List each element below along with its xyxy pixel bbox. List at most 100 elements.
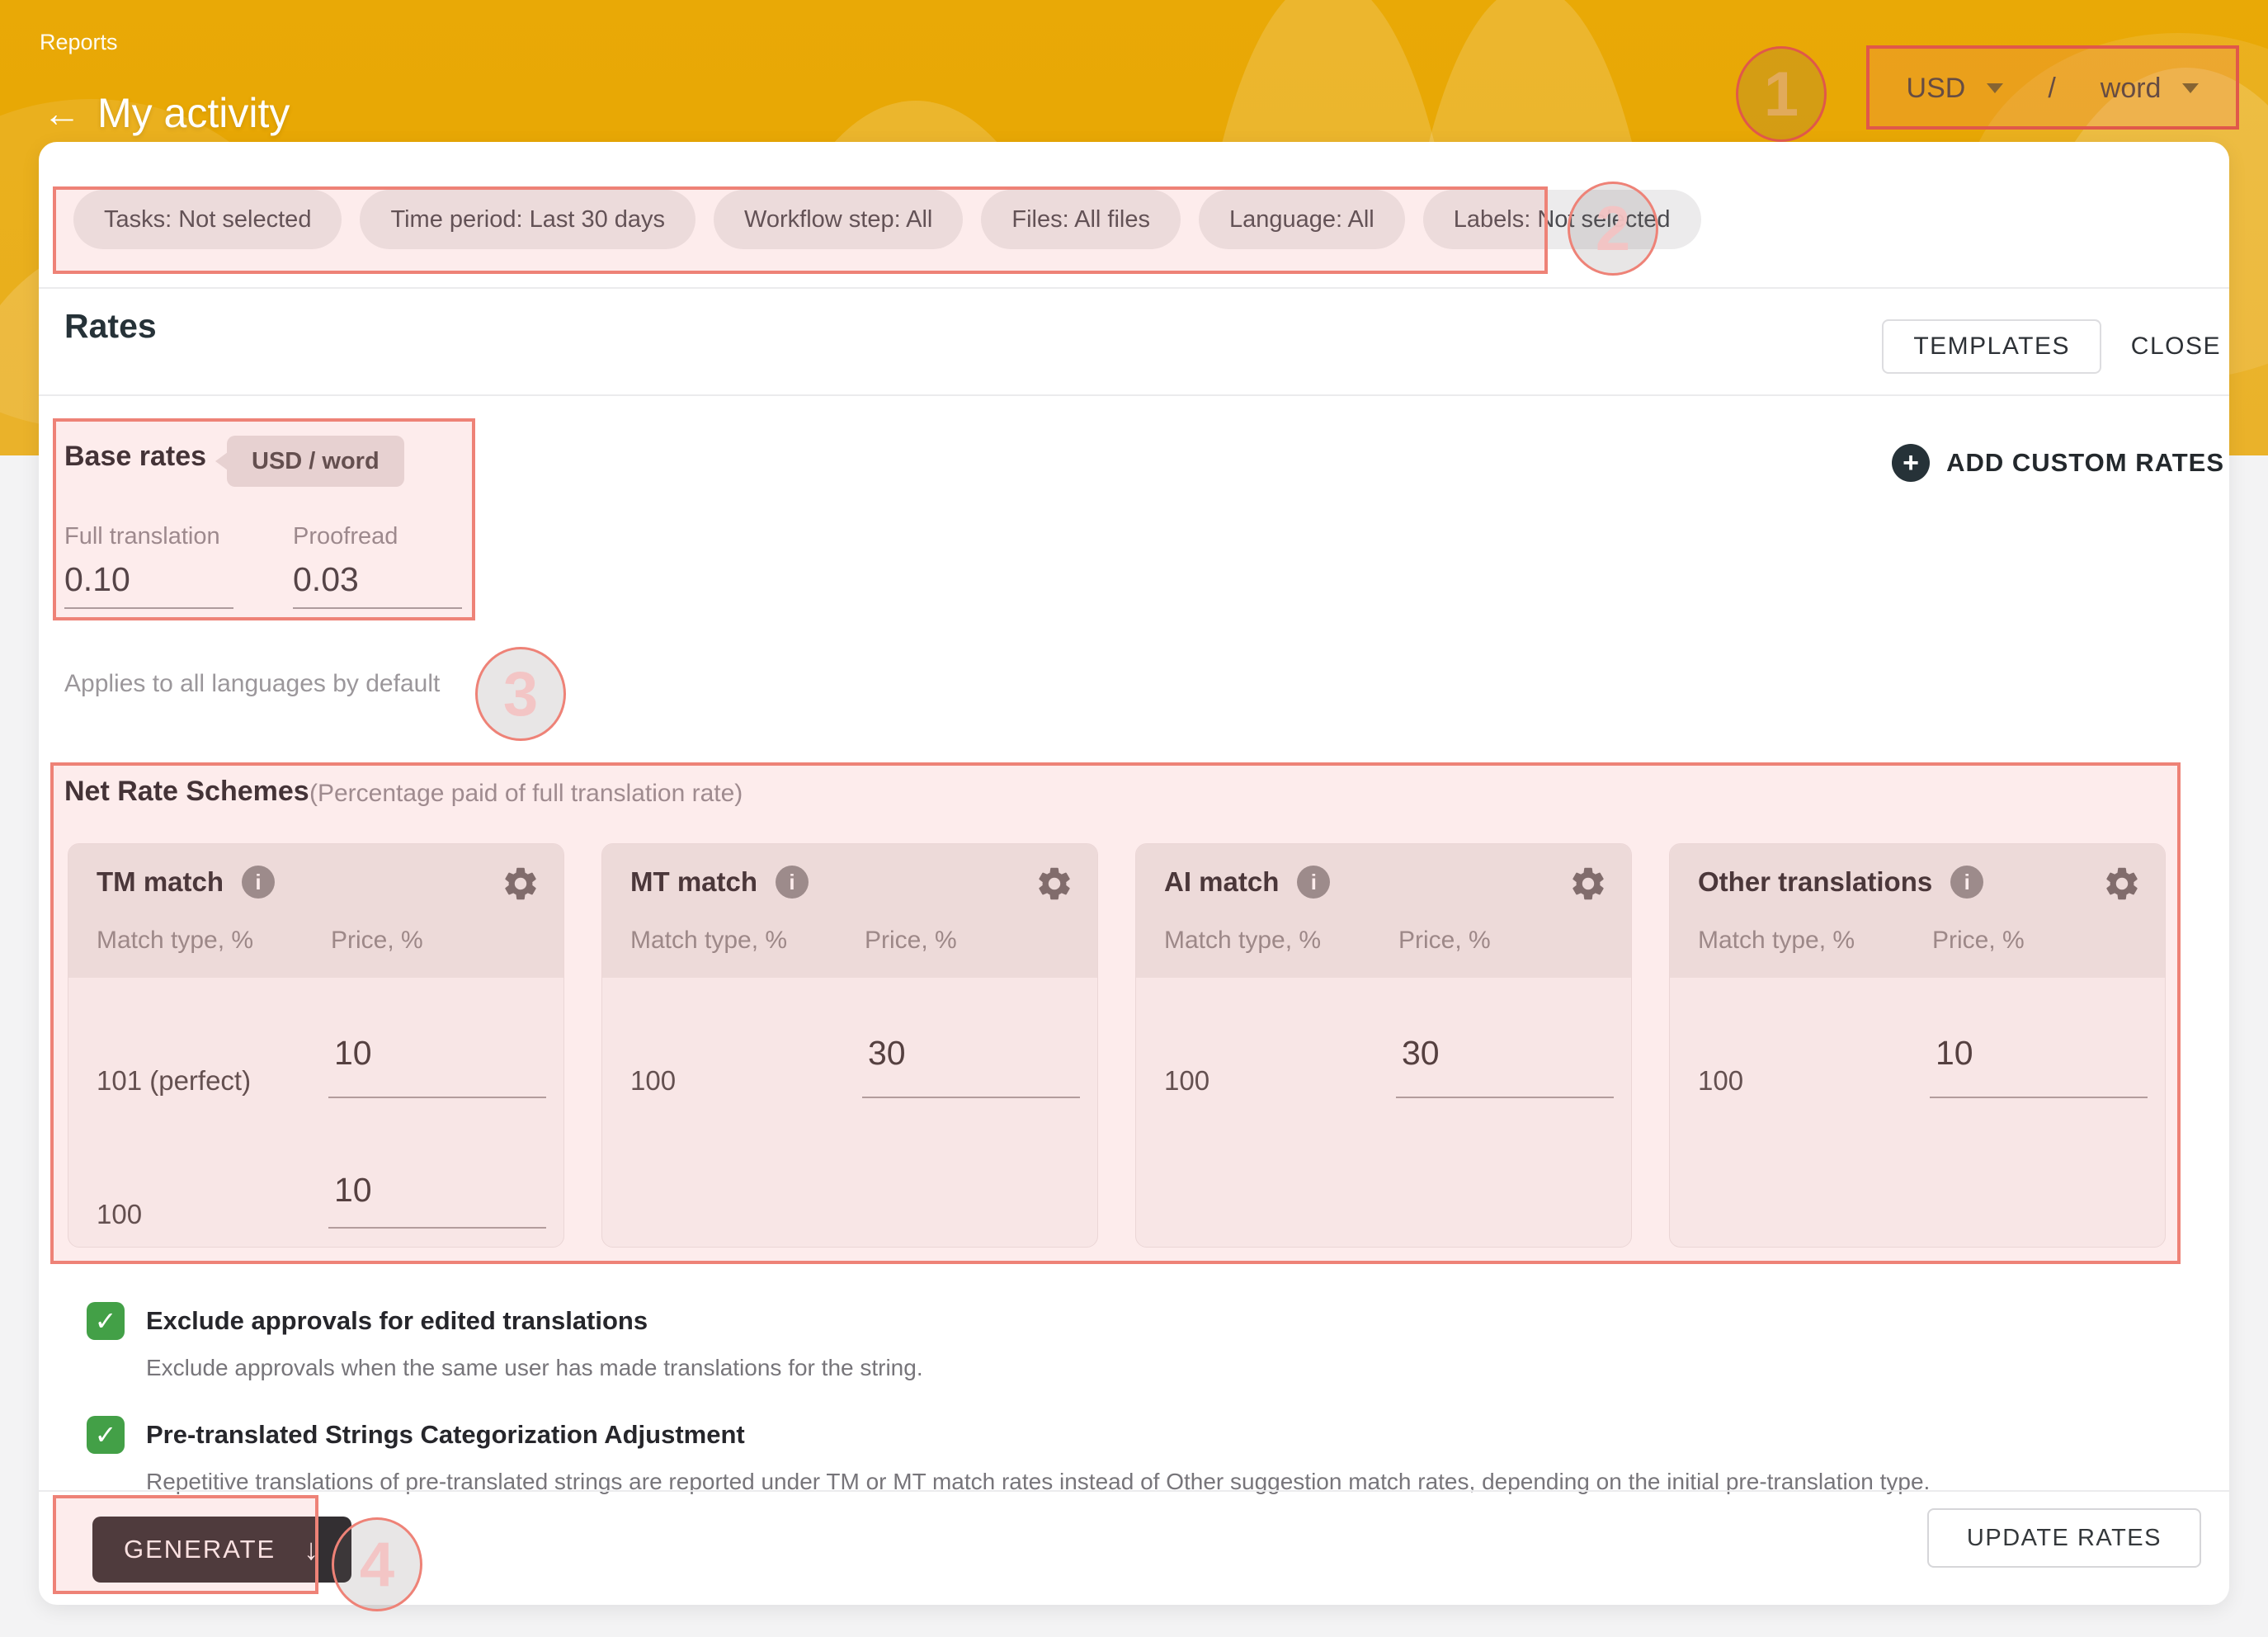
filter-chip[interactable]: Time period: Last 30 days <box>360 190 695 249</box>
option-label: Exclude approvals for edited translation… <box>146 1306 648 1336</box>
rates-card: Tasks: Not selected Time period: Last 30 … <box>39 142 2229 1605</box>
scheme-cards-row: TM match i Match type, % Price, % 101 (perfe… <box>68 843 2166 1248</box>
gear-icon[interactable] <box>1568 864 1608 903</box>
price-input[interactable]: 10 <box>1936 1034 1973 1073</box>
price-column-label: Price, % <box>331 927 423 955</box>
scheme-title-row: AI match i <box>1164 866 1330 899</box>
checkbox-checked-icon[interactable]: ✓ <box>87 1302 125 1340</box>
price-input[interactable]: 10 <box>334 1034 372 1073</box>
currency-dropdown[interactable]: USD <box>1907 73 2004 105</box>
divider <box>39 394 2229 396</box>
input-underline <box>293 607 462 609</box>
option-toggle[interactable]: ✓ Pre-translated Strings Categorization A… <box>87 1416 2163 1454</box>
page-title-row: ← My activity <box>43 89 290 137</box>
add-custom-rates-label: ADD CUSTOM RATES <box>1946 448 2224 478</box>
input-underline <box>1396 1097 1614 1098</box>
plus-icon: + <box>1892 444 1930 482</box>
price-input[interactable]: 30 <box>1402 1034 1440 1073</box>
info-icon[interactable]: i <box>242 866 275 899</box>
price-column-label: Price, % <box>1932 927 2025 955</box>
divider <box>39 1490 2229 1492</box>
gear-icon[interactable] <box>2102 864 2142 903</box>
gear-icon[interactable] <box>1035 864 1074 903</box>
scheme-title-row: Other translations i <box>1698 866 1983 899</box>
option-toggle[interactable]: ✓ Exclude approvals for edited translatio… <box>87 1302 2163 1340</box>
scheme-card: AI match i Match type, % Price, % 100 30 <box>1135 843 1632 1248</box>
proofread-input[interactable]: 0.03 <box>293 560 462 599</box>
breadcrumb[interactable]: Reports <box>40 30 118 55</box>
generate-label: GENERATE <box>124 1535 276 1564</box>
filter-chip[interactable]: Language: All <box>1199 190 1405 249</box>
scheme-card-title: TM match <box>97 866 224 898</box>
option-label: Pre-translated Strings Categorization Ad… <box>146 1420 745 1450</box>
unit-dropdown[interactable]: word <box>2101 73 2200 105</box>
full-translation-label: Full translation <box>64 523 233 550</box>
base-rates-note: Applies to all languages by default <box>64 670 440 698</box>
scheme-title-row: TM match i <box>97 866 275 899</box>
option-description: Exclude approvals when the same user has… <box>146 1355 2163 1381</box>
gear-icon[interactable] <box>501 864 540 903</box>
info-icon[interactable]: i <box>1950 866 1983 899</box>
scheme-card: Other translations i Match type, % Price, %… <box>1669 843 2166 1248</box>
match-type-column-label: Match type, % <box>630 927 787 955</box>
chevron-down-icon <box>1987 83 2003 93</box>
info-icon[interactable]: i <box>1297 866 1330 899</box>
price-input[interactable]: 10 <box>334 1171 372 1210</box>
checkbox-checked-icon[interactable]: ✓ <box>87 1416 125 1454</box>
input-underline <box>64 607 233 609</box>
price-column-label: Price, % <box>1398 927 1491 955</box>
scheme-card-title: MT match <box>630 866 757 898</box>
currency-value: USD <box>1907 73 1966 105</box>
match-type-value: 100 <box>1698 1065 1743 1097</box>
close-button[interactable]: CLOSE <box>2131 319 2221 374</box>
net-rate-schemes-title: Net Rate Schemes <box>64 776 309 808</box>
scheme-title-row: MT match i <box>630 866 809 899</box>
chevron-down-icon <box>2182 83 2199 93</box>
match-type-value: 100 <box>1164 1065 1209 1097</box>
match-type-column-label: Match type, % <box>97 927 253 955</box>
scheme-card-header: Other translations i Match type, % Price, % <box>1670 844 2165 978</box>
input-underline <box>862 1097 1080 1098</box>
unit-separator: / <box>2048 73 2055 105</box>
filter-chip[interactable]: Tasks: Not selected <box>73 190 342 249</box>
scheme-card-header: TM match i Match type, % Price, % <box>68 844 563 978</box>
input-underline <box>1930 1097 2148 1098</box>
generate-button[interactable]: GENERATE ↓ <box>92 1517 351 1583</box>
input-underline <box>328 1227 546 1229</box>
match-type-column-label: Match type, % <box>1164 927 1321 955</box>
proofread-field: Proofread 0.03 <box>293 523 462 599</box>
full-translation-input[interactable]: 0.10 <box>64 560 233 599</box>
scheme-card: TM match i Match type, % Price, % 101 (perfe… <box>68 843 564 1248</box>
match-type-column-label: Match type, % <box>1698 927 1855 955</box>
match-type-value: 101 (perfect) <box>97 1065 251 1097</box>
proofread-label: Proofread <box>293 523 462 550</box>
reports-page: Reports ← My activity USD / word Tasks: … <box>0 0 2268 1637</box>
report-options: ✓ Exclude approvals for edited translatio… <box>87 1302 2163 1530</box>
page-title: My activity <box>97 89 290 137</box>
scheme-card-header: AI match i Match type, % Price, % <box>1136 844 1631 978</box>
base-rates-title: Base rates <box>64 441 206 473</box>
templates-button[interactable]: TEMPLATES <box>1882 319 2101 374</box>
scheme-card-header: MT match i Match type, % Price, % <box>602 844 1097 978</box>
divider <box>39 287 2229 289</box>
download-arrow-icon: ↓ <box>304 1532 320 1567</box>
add-custom-rates-button[interactable]: + ADD CUSTOM RATES <box>1892 444 2224 482</box>
update-rates-button[interactable]: UPDATE RATES <box>1927 1508 2201 1568</box>
back-arrow-icon[interactable]: ← <box>43 94 81 132</box>
option-row: ✓ Pre-translated Strings Categorization A… <box>87 1416 2163 1495</box>
scheme-card-title: Other translations <box>1698 866 1932 898</box>
filter-chips-row: Tasks: Not selected Time period: Last 30 … <box>73 190 1701 249</box>
filter-chip[interactable]: Labels: Not selected <box>1423 190 1701 249</box>
base-rates-unit-badge: USD / word <box>227 436 404 487</box>
price-column-label: Price, % <box>865 927 957 955</box>
match-type-value: 100 <box>97 1199 142 1230</box>
price-input[interactable]: 30 <box>868 1034 906 1073</box>
scheme-card-title: AI match <box>1164 866 1279 898</box>
unit-value: word <box>2101 73 2162 105</box>
full-translation-field: Full translation 0.10 <box>64 523 233 599</box>
filter-chip[interactable]: Files: All files <box>981 190 1181 249</box>
option-row: ✓ Exclude approvals for edited translatio… <box>87 1302 2163 1381</box>
filter-chip[interactable]: Workflow step: All <box>714 190 963 249</box>
info-icon[interactable]: i <box>776 866 809 899</box>
report-unit-selector: USD / word <box>1866 47 2239 130</box>
